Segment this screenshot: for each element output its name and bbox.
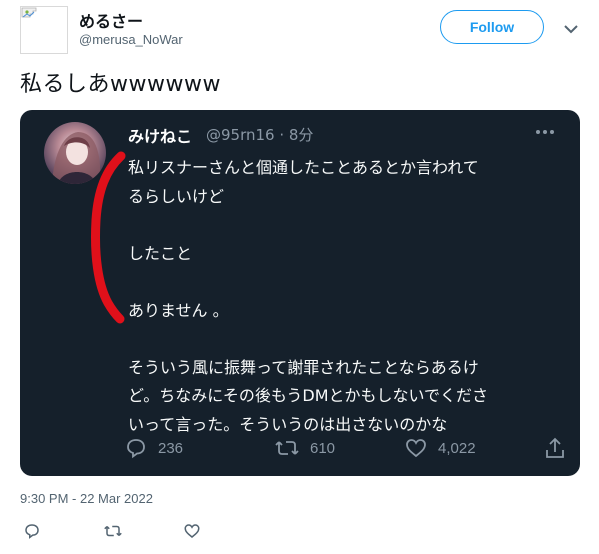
tweet-timestamp[interactable]: 9:30 PM - 22 Mar 2022 xyxy=(20,491,153,506)
author-handle[interactable]: @merusa_NoWar xyxy=(79,32,183,47)
author-avatar[interactable] xyxy=(20,6,68,54)
retweet-icon xyxy=(275,441,299,455)
author-name[interactable]: めるさー xyxy=(79,8,143,32)
quoted-author-avatar[interactable] xyxy=(44,122,106,184)
chevron-down-icon[interactable] xyxy=(562,20,580,38)
tweet-actions xyxy=(20,522,220,544)
heart-icon[interactable] xyxy=(183,522,201,544)
reply-action[interactable]: 236 xyxy=(124,436,183,460)
reply-icon[interactable] xyxy=(23,522,41,544)
share-action[interactable] xyxy=(544,436,566,460)
reply-icon xyxy=(127,439,145,459)
quoted-author-name[interactable]: みけねこ xyxy=(128,123,192,147)
share-icon xyxy=(546,437,564,458)
quoted-paragraph: したこと xyxy=(128,243,193,263)
quoted-tweet-card[interactable]: みけねこ @95rn16 · 8分 私リスナーさんと個通したことあるとか言われて… xyxy=(20,110,580,476)
reply-count: 236 xyxy=(158,439,184,457)
quoted-author-handle[interactable]: @95rn16 · 8分 xyxy=(206,124,313,145)
quoted-paragraph: そういう風に振舞って謝罪されたことならあるけ ど。ちなみにその後もうDMとかもし… xyxy=(128,357,489,434)
follow-button[interactable]: Follow xyxy=(440,10,544,44)
retweet-count: 610 xyxy=(310,439,336,457)
retweet-icon[interactable] xyxy=(103,522,123,544)
quoted-paragraph: 私リスナーさんと個通したことあるとか言われて るらしいけど xyxy=(128,158,479,206)
quoted-tweet-actions: 236 610 4,022 xyxy=(124,436,564,466)
tweet-text: 私るしあwwwwww xyxy=(20,72,221,97)
like-action[interactable]: 4,022 xyxy=(404,436,476,460)
quoted-tweet-text: 私リスナーさんと個通したことあるとか言われて るらしいけど したこと ありません… xyxy=(128,154,558,439)
broken-image-icon xyxy=(20,6,68,54)
retweet-action[interactable]: 610 xyxy=(274,436,335,460)
heart-icon xyxy=(406,439,426,458)
more-options-icon[interactable] xyxy=(532,122,558,142)
like-count: 4,022 xyxy=(438,439,476,457)
quoted-paragraph: ありません 。 xyxy=(128,300,229,320)
